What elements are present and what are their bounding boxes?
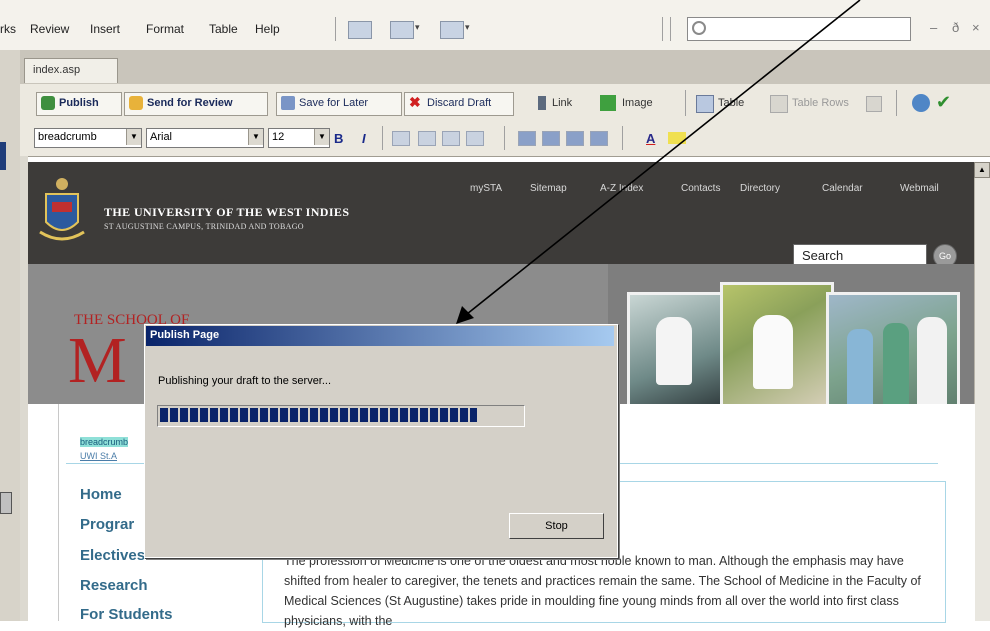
check-icon[interactable]: ✔ xyxy=(936,92,951,113)
menu-item-insert[interactable]: Insert xyxy=(90,22,120,36)
close-icon[interactable]: × xyxy=(972,20,980,35)
sidenav-programmes[interactable]: Prograr xyxy=(80,516,134,533)
chevron-down-icon: ▼ xyxy=(248,129,263,145)
menu-separator xyxy=(335,17,336,41)
restore-icon[interactable]: ð xyxy=(952,20,959,35)
save-for-later-button[interactable]: Save for Later xyxy=(276,92,402,116)
panel-marker xyxy=(0,142,6,170)
menu-item-table[interactable]: Table xyxy=(209,22,238,36)
tab-index-asp[interactable]: index.asp xyxy=(24,58,118,83)
chevron-down-icon: ▼ xyxy=(314,129,329,145)
photo-figure xyxy=(847,329,873,409)
sidenav-electives[interactable]: Electives xyxy=(80,547,145,564)
toolbar-separator xyxy=(382,126,383,150)
review-icon xyxy=(129,96,143,110)
underline-icon[interactable] xyxy=(392,131,410,146)
breadcrumb-link[interactable]: UWI St.A xyxy=(80,451,117,461)
panel-marker xyxy=(0,492,12,514)
save-icon xyxy=(281,96,295,110)
spellcheck-icon[interactable] xyxy=(912,94,930,112)
left-panel-strip xyxy=(0,50,21,621)
dialog-message: Publishing your draft to the server... xyxy=(158,375,332,387)
code-view-icon[interactable] xyxy=(348,21,372,39)
vertical-scrollbar[interactable] xyxy=(974,162,990,621)
sidenav-research[interactable]: Research xyxy=(80,577,148,594)
save-later-label: Save for Later xyxy=(299,97,369,109)
size-select[interactable]: 12 ▼ xyxy=(268,128,330,148)
publish-button[interactable]: Publish xyxy=(36,92,122,116)
editor-gutter xyxy=(20,156,28,621)
align-left-icon[interactable] xyxy=(418,131,436,146)
university-name: THE UNIVERSITY OF THE WEST INDIES xyxy=(104,205,350,219)
menu-item-format[interactable]: Format xyxy=(146,22,184,36)
topnav-webmail[interactable]: Webmail xyxy=(900,183,939,194)
scroll-up-icon[interactable]: ▲ xyxy=(974,162,990,178)
chevron-down-icon: ▼ xyxy=(126,129,141,145)
annotation-arrow xyxy=(456,0,861,324)
style-select-value: breadcrumb xyxy=(38,131,97,143)
layout-icon[interactable] xyxy=(390,21,414,39)
menu-item-review[interactable]: Review xyxy=(30,22,69,36)
send-review-label: Send for Review xyxy=(147,97,233,109)
progress-fill xyxy=(160,408,477,422)
bold-button[interactable]: B xyxy=(334,131,343,146)
style-select[interactable]: breadcrumb ▼ xyxy=(34,128,142,148)
publish-label: Publish xyxy=(59,97,99,109)
discard-icon: ✖ xyxy=(409,94,421,110)
menu-item-help[interactable]: Help xyxy=(255,22,280,36)
font-select[interactable]: Arial ▼ xyxy=(146,128,264,148)
breadcrumb: breadcrumb xyxy=(80,437,129,447)
italic-button[interactable]: I xyxy=(362,131,366,146)
minimize-icon[interactable]: – xyxy=(930,20,937,35)
intro-text: The profession of Medicine is one of the… xyxy=(284,554,921,628)
campus-name: ST AUGUSTINE CAMPUS, TRINIDAD AND TOBAGO xyxy=(104,222,304,231)
menu-item-works[interactable]: rks xyxy=(0,22,16,36)
dialog-title: Publish Page xyxy=(150,329,220,341)
sidenav-for-students[interactable]: For Students xyxy=(80,606,173,623)
toolbar-separator xyxy=(896,90,897,116)
university-crest-icon xyxy=(39,178,85,241)
stop-button[interactable]: Stop xyxy=(509,513,604,539)
chevron-down-icon[interactable]: ▾ xyxy=(415,22,420,33)
school-title-initial: M xyxy=(68,324,127,397)
photo-figure xyxy=(883,323,909,409)
publish-progress-bar xyxy=(157,405,525,427)
size-select-value: 12 xyxy=(272,131,285,143)
sidenav-home[interactable]: Home xyxy=(80,486,122,503)
photo-figure xyxy=(917,317,947,409)
font-select-value: Arial xyxy=(150,131,173,143)
tab-label: index.asp xyxy=(33,64,81,76)
publish-icon xyxy=(41,96,55,110)
send-for-review-button[interactable]: Send for Review xyxy=(124,92,268,116)
